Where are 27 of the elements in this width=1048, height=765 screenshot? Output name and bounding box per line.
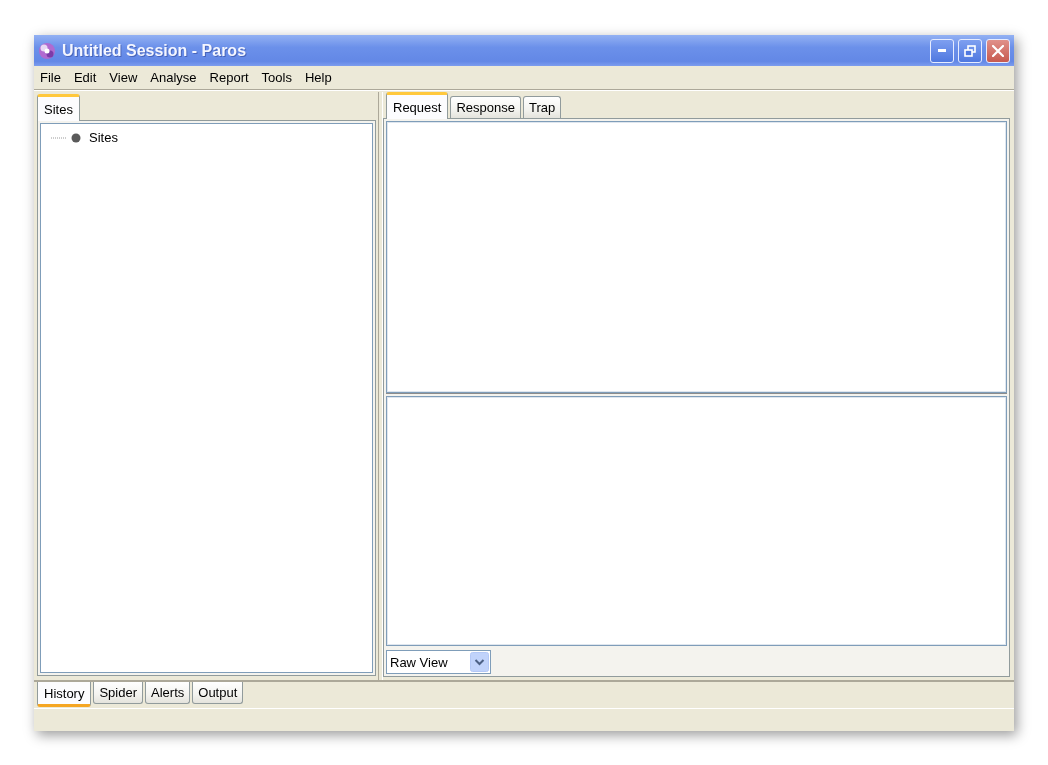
tab[interactable]: Spider bbox=[93, 682, 144, 704]
app-logo-icon bbox=[38, 41, 56, 60]
close-button[interactable] bbox=[986, 38, 1010, 63]
menu-item[interactable]: Report bbox=[203, 68, 255, 87]
menu-item[interactable]: File bbox=[34, 68, 67, 87]
menu-item[interactable]: View bbox=[103, 68, 144, 87]
tab[interactable]: Response bbox=[450, 96, 521, 118]
tab[interactable]: Output bbox=[192, 682, 244, 704]
tree-node-label[interactable]: Sites bbox=[89, 130, 118, 145]
tab[interactable]: Alerts bbox=[145, 682, 191, 704]
tab[interactable]: History bbox=[37, 682, 92, 707]
chevron-down-icon bbox=[470, 652, 489, 672]
minimize-icon bbox=[938, 49, 946, 52]
menu-item[interactable]: Tools bbox=[255, 68, 298, 87]
tree-dot-icon bbox=[51, 132, 81, 143]
restore-button[interactable] bbox=[958, 38, 982, 63]
restore-icon bbox=[964, 44, 976, 57]
tab[interactable]: Sites bbox=[37, 94, 80, 121]
minimize-button[interactable] bbox=[930, 38, 954, 63]
menu-item[interactable]: Help bbox=[298, 68, 338, 87]
close-icon bbox=[992, 44, 1004, 57]
tab[interactable]: Trap bbox=[522, 96, 562, 118]
tab[interactable]: Request bbox=[386, 92, 449, 119]
menu-item[interactable]: Analyse bbox=[144, 68, 203, 87]
view-dropdown[interactable]: Raw View bbox=[386, 650, 491, 674]
window-title: Untitled Session - Paros bbox=[62, 41, 247, 60]
menu-item[interactable]: Edit bbox=[67, 68, 103, 87]
